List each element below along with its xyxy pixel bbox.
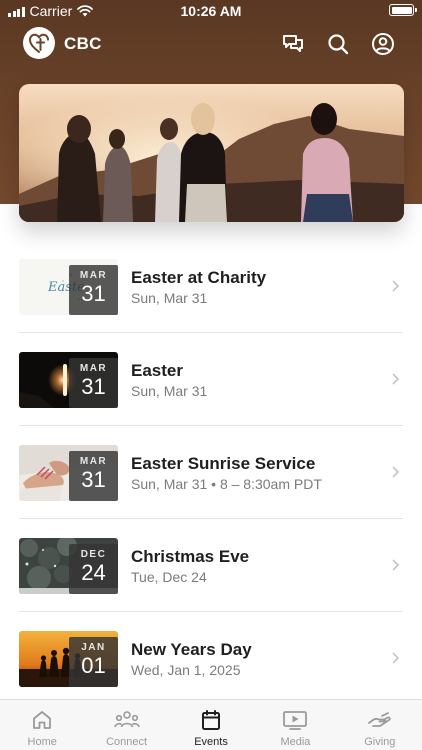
date-badge: MAR 31: [69, 451, 118, 501]
status-bar: Carrier 10:26 AM: [0, 0, 422, 22]
date-day: 24: [81, 560, 106, 585]
battery-icon: [389, 4, 417, 16]
tab-label: Home: [27, 736, 57, 748]
people-icon: [113, 709, 140, 731]
heart-cross-logo-icon: [28, 33, 49, 53]
event-title: New Years Day: [131, 640, 252, 659]
tab-giving[interactable]: Giving: [338, 700, 422, 750]
event-title: Easter at Charity: [131, 268, 267, 287]
chevron-right-icon: [392, 280, 400, 292]
date-day: 31: [81, 281, 106, 306]
tab-label: Media: [280, 736, 311, 748]
chevron-right-icon: [392, 373, 400, 385]
tab-media[interactable]: Media: [253, 700, 337, 750]
chevron-right-icon: [392, 652, 400, 664]
event-title: Easter Sunrise Service: [131, 454, 316, 473]
date-day: 01: [81, 653, 106, 678]
profile-icon[interactable]: [370, 31, 396, 57]
event-row-new-years-day[interactable]: JAN 01 New Years Day Wed, Jan 1, 2025: [0, 612, 422, 705]
app-title: CBC: [64, 34, 102, 53]
app-bar: CBC: [0, 24, 422, 64]
status-time: 10:26 AM: [180, 3, 242, 19]
tab-events[interactable]: Events: [169, 700, 253, 750]
home-icon: [29, 709, 55, 731]
tab-connect[interactable]: Connect: [84, 700, 168, 750]
date-month: MAR: [79, 456, 108, 467]
date-badge: MAR 31: [69, 265, 118, 315]
date-day: 31: [81, 374, 106, 399]
bottom-tab-bar: Home Connect Events Media Giving: [0, 699, 422, 750]
event-date-text: Sun, Mar 31: [131, 290, 208, 306]
event-date-text: Tue, Dec 24: [131, 569, 207, 585]
date-month: DEC: [80, 549, 107, 560]
date-badge: DEC 24: [69, 544, 118, 594]
date-month: MAR: [79, 363, 108, 374]
chevron-right-icon: [392, 559, 400, 571]
date-badge: MAR 31: [69, 358, 118, 408]
tab-label: Giving: [364, 736, 396, 748]
event-title: Easter: [131, 361, 183, 380]
event-row-easter[interactable]: MAR 31 Easter Sun, Mar 31: [0, 333, 422, 426]
events-list: Easte MAR 31 Easter at Charity Sun, Mar …: [0, 240, 422, 705]
date-day: 31: [81, 467, 106, 492]
date-month: JAN: [81, 642, 106, 653]
tab-label: Events: [194, 736, 228, 748]
event-title: Christmas Eve: [131, 547, 250, 566]
event-row-christmas-eve[interactable]: DEC 24 Christmas Eve Tue, Dec 24: [0, 519, 422, 612]
church-logo[interactable]: [23, 27, 55, 59]
play-icon: [282, 709, 308, 731]
search-icon[interactable]: [325, 31, 351, 57]
calendar-icon: [198, 709, 224, 731]
tab-label: Connect: [106, 736, 148, 748]
date-badge: JAN 01: [69, 637, 118, 687]
event-date-text: Wed, Jan 1, 2025: [131, 662, 241, 678]
event-date-text: Sun, Mar 31 • 8 – 8:30am PDT: [131, 476, 322, 492]
hero-banner-image[interactable]: [19, 84, 404, 222]
giving-hand-icon: [367, 709, 393, 731]
chevron-right-icon: [392, 466, 400, 478]
event-date-text: Sun, Mar 31: [131, 383, 208, 399]
event-row-easter-at-charity[interactable]: Easte MAR 31 Easter at Charity Sun, Mar …: [0, 240, 422, 333]
date-month: MAR: [79, 270, 108, 281]
chat-bubbles-icon[interactable]: [280, 31, 306, 57]
event-row-easter-sunrise-service[interactable]: MAR 31 Easter Sunrise Service Sun, Mar 3…: [0, 426, 422, 519]
tab-home[interactable]: Home: [0, 700, 84, 750]
